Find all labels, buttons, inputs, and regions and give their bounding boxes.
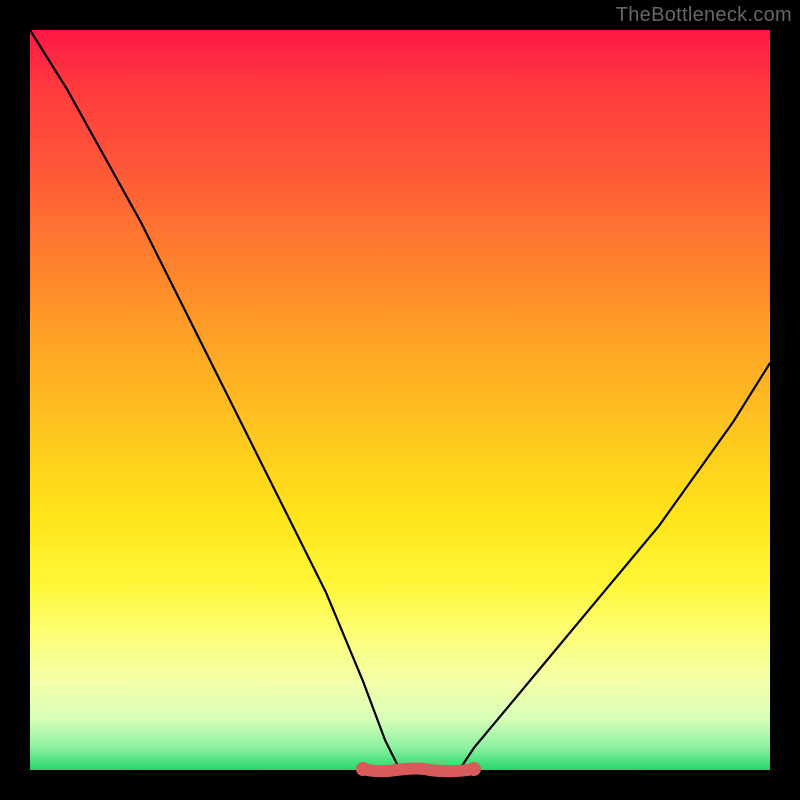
band-endpoint [356,762,370,776]
curve-svg [30,30,770,770]
band-endpoint [467,762,481,776]
plot-area [30,30,770,770]
bottleneck-curve [30,30,770,770]
optimal-band [363,769,474,772]
watermark-text: TheBottleneck.com [616,4,792,27]
chart-frame: TheBottleneck.com [0,0,800,800]
